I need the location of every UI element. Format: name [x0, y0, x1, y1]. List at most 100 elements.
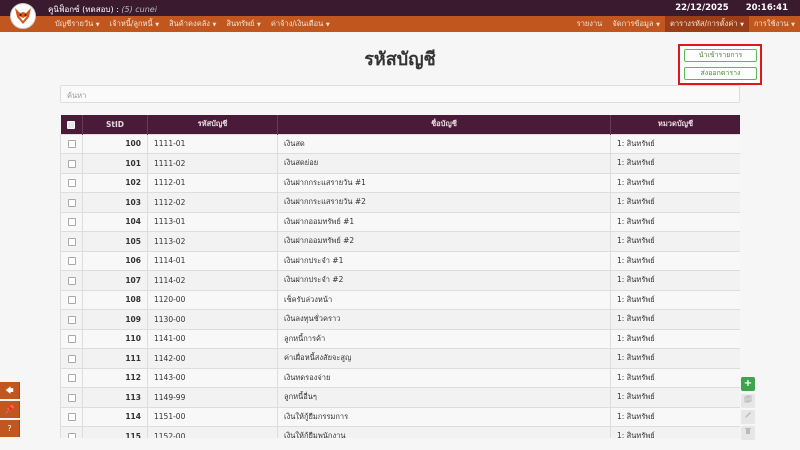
table-row[interactable]: 106 1114-01 เงินฝากประจำ #1 1: สินทรัพย์ [60, 250, 740, 271]
nav-right-3[interactable]: การใช้งาน ▼ [749, 16, 800, 32]
cell-name: เงินสดย่อย [277, 153, 611, 174]
row-checkbox[interactable] [60, 328, 83, 349]
table-row[interactable]: 115 1152-00 เงินให้กู้ยืมพนักงาน 1: สินทรัพ… [60, 426, 740, 438]
import-button[interactable]: นำเข้ารายการ [684, 49, 757, 62]
table-row[interactable]: 108 1120-00 เช็ครับล่วงหน้า 1: สินทรัพย์ [60, 289, 740, 310]
cell-stid: 103 [82, 192, 148, 213]
row-checkbox[interactable] [60, 348, 83, 369]
chevron-down-icon: ▼ [94, 22, 100, 28]
cell-stid: 106 [82, 250, 148, 271]
table-row[interactable]: 103 1112-02 เงินฝากกระแสรายวัน #2 1: สินทรั… [60, 192, 740, 213]
cell-code: 1141-00 [147, 328, 278, 349]
cell-name: เงินฝากกระแสรายวัน #2 [277, 192, 611, 213]
checkbox-icon[interactable] [67, 315, 76, 324]
nav-left-4[interactable]: ค่าจ้าง/เงินเดือน ▼ [266, 16, 335, 32]
cell-category: 1: สินทรัพย์ [610, 153, 740, 174]
row-checkbox[interactable] [60, 192, 83, 213]
edit-pencil-icon[interactable] [741, 410, 755, 424]
nav-right-0[interactable]: รายงาน [572, 16, 608, 32]
fox-logo-icon[interactable] [10, 3, 36, 29]
table-row[interactable]: 104 1113-01 เงินฝากออมทรัพย์ #1 1: สินทรัพย… [60, 211, 740, 232]
nav-right-2[interactable]: ตารางรหัส/การตั้งค่า ▼ [664, 16, 750, 32]
row-checkbox[interactable] [60, 387, 83, 408]
cell-stid: 113 [82, 387, 148, 408]
back-arrow-icon[interactable]: 🡄 [0, 382, 20, 399]
cell-category: 1: สินทรัพย์ [610, 250, 740, 271]
cell-name: เงินลงทุนชั่วคราว [277, 309, 611, 330]
row-checkbox[interactable] [60, 367, 83, 388]
checkbox-icon[interactable] [67, 237, 76, 246]
row-checkbox[interactable] [60, 426, 83, 438]
checkbox-icon[interactable] [67, 218, 76, 227]
nav-right-1[interactable]: จัดการข้อมูล ▼ [607, 16, 665, 32]
row-checkbox[interactable] [60, 309, 83, 330]
checkbox-icon[interactable] [67, 276, 76, 285]
column-category[interactable]: หมวดบัญชี [610, 115, 740, 134]
nav-left-0[interactable]: บัญชีรายวัน ▼ [50, 16, 105, 32]
checkbox-icon[interactable] [67, 374, 76, 383]
cell-code: 1111-01 [147, 133, 278, 154]
table-row[interactable]: 102 1112-01 เงินฝากกระแสรายวัน #1 1: สินทรั… [60, 172, 740, 193]
add-button[interactable]: + [741, 377, 755, 391]
checkbox-icon[interactable] [67, 198, 76, 207]
table-row[interactable]: 105 1113-02 เงินฝากออมทรัพย์ #2 1: สินทรัพย… [60, 231, 740, 252]
table-row[interactable]: 101 1111-02 เงินสดย่อย 1: สินทรัพย์ [60, 153, 740, 174]
column-name[interactable]: ชื่อบัญชี [277, 115, 611, 134]
cell-category: 1: สินทรัพย์ [610, 387, 740, 408]
pin-icon[interactable]: 📌 [0, 401, 20, 418]
row-checkbox[interactable] [60, 231, 83, 252]
checkbox-icon[interactable] [67, 120, 76, 129]
column-stid[interactable]: StID [82, 115, 148, 134]
checkbox-icon[interactable] [67, 393, 76, 402]
copy-icon[interactable] [741, 394, 755, 408]
table-row[interactable]: 100 1111-01 เงินสด 1: สินทรัพย์ [60, 133, 740, 154]
table-row[interactable]: 110 1141-00 ลูกหนี้การค้า 1: สินทรัพย์ [60, 328, 740, 349]
checkbox-icon[interactable] [67, 140, 76, 149]
row-checkbox[interactable] [60, 153, 83, 174]
search-input[interactable]: ค้นหา [60, 85, 740, 103]
cell-name: เงินสด [277, 133, 611, 154]
table-row[interactable]: 111 1142-00 ค่าเผื่อหนี้สงสัยจะสูญ 1: สินทร… [60, 348, 740, 369]
app-name: คูนิฟ็อกซ์ (ทดสอบ) [48, 5, 114, 14]
checkbox-icon[interactable] [67, 159, 76, 168]
checkbox-icon[interactable] [67, 335, 76, 344]
checkbox-icon[interactable] [67, 296, 76, 305]
chevron-down-icon: ▼ [153, 22, 160, 28]
row-checkbox[interactable] [60, 250, 83, 271]
cell-category: 1: สินทรัพย์ [610, 406, 740, 427]
checkbox-icon[interactable] [67, 179, 76, 188]
row-checkbox[interactable] [60, 270, 83, 291]
cell-name: ลูกหนี้การค้า [277, 328, 611, 349]
row-checkbox[interactable] [60, 289, 83, 310]
cell-name: เงินให้กู้ยืมพนักงาน [277, 426, 611, 438]
title-separator: : [116, 5, 119, 14]
accounts-table: StID รหัสบัญชี ชื่อบัญชี หมวดบัญชี 100 11… [60, 115, 740, 438]
table-row[interactable]: 109 1130-00 เงินลงทุนชั่วคราว 1: สินทรัพย์ [60, 309, 740, 330]
cell-name: เช็ครับล่วงหน้า [277, 289, 611, 310]
row-checkbox[interactable] [60, 133, 83, 154]
nav-label: บัญชีรายวัน [55, 19, 94, 28]
delete-trash-icon[interactable] [741, 426, 755, 440]
cell-code: 1120-00 [147, 289, 278, 310]
row-checkbox[interactable] [60, 211, 83, 232]
cell-stid: 101 [82, 153, 148, 174]
export-button[interactable]: ส่งออกตาราง [684, 67, 757, 80]
checkbox-icon[interactable] [67, 354, 76, 363]
nav-left-3[interactable]: สินทรัพย์ ▼ [221, 16, 265, 32]
nav-left-1[interactable]: เจ้าหนี้/ลูกหนี้ ▼ [105, 16, 164, 32]
cell-stid: 107 [82, 270, 148, 291]
checkbox-icon[interactable] [67, 257, 76, 266]
checkbox-icon[interactable] [67, 413, 76, 422]
table-row[interactable]: 112 1143-00 เงินทดรองจ่าย 1: สินทรัพย์ [60, 367, 740, 388]
table-row[interactable]: 113 1149-99 ลูกหนี้อื่นๆ 1: สินทรัพย์ [60, 387, 740, 408]
column-code[interactable]: รหัสบัญชี [147, 115, 278, 134]
nav-left-2[interactable]: สินค้าคงคลัง ▼ [164, 16, 221, 32]
row-checkbox[interactable] [60, 172, 83, 193]
table-row[interactable]: 107 1114-02 เงินฝากประจำ #2 1: สินทรัพย์ [60, 270, 740, 291]
cell-name: เงินฝากประจำ #2 [277, 270, 611, 291]
select-all-checkbox[interactable] [60, 115, 83, 134]
row-checkbox[interactable] [60, 406, 83, 427]
table-row[interactable]: 114 1151-00 เงินให้กู้ยืมกรรมการ 1: สินทรัพ… [60, 406, 740, 427]
checkbox-icon[interactable] [67, 432, 76, 438]
help-icon[interactable]: ? [0, 420, 20, 437]
